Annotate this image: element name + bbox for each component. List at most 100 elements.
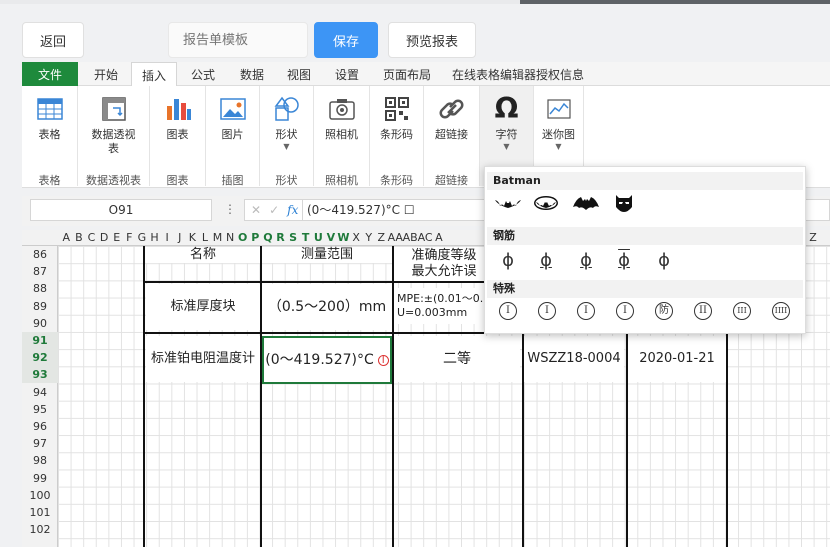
header-name-cell[interactable]: 名称 [146,247,260,263]
row-header-95[interactable]: 95 [22,401,58,418]
batman-symbol-4[interactable] [609,192,639,214]
row1-accuracy-cell[interactable]: MPE:±(0.01～0. U=0.003mm [394,288,494,324]
rebar-symbol-4[interactable]: ϕ [609,249,639,271]
column-header-c[interactable]: C [85,230,98,246]
header-range-cell[interactable]: 测量范围 [262,247,392,263]
row-header-98[interactable]: 98 [22,452,58,469]
row2-name-cell[interactable]: 标准铂电阻温度计 [146,336,260,382]
row-header-91[interactable]: 91 [22,332,58,349]
tab-file[interactable]: 文件 [22,62,78,86]
special-symbol-5[interactable]: 防 [649,300,679,322]
column-header-h[interactable]: H [148,230,161,246]
column-header-a[interactable]: A [60,230,73,246]
rebar-symbol-1[interactable]: ϕ [493,249,523,271]
ribbon-group-picture[interactable]: 图片 插图 [206,86,260,187]
more-icon[interactable]: ⋮ [224,202,236,216]
cancel-icon[interactable]: ✕ [251,203,261,217]
ribbon-group-pivot[interactable]: 数据透视 表 数据透视表 [78,86,150,187]
preview-report-button[interactable]: 预览报表 [388,22,476,58]
row-header-94[interactable]: 94 [22,384,58,401]
special-symbol-1[interactable]: I [493,300,523,322]
tab-settings[interactable]: 设置 [324,62,370,86]
column-header-o[interactable]: O [236,230,249,246]
column-header-x[interactable]: X [350,230,363,246]
special-symbol-8[interactable]: IIII [766,300,796,322]
special-symbol-2[interactable]: I [532,300,562,322]
row-header-86[interactable]: 86 [22,246,58,263]
confirm-icon[interactable]: ✓ [269,203,279,217]
column-header-z[interactable]: Z [375,230,388,246]
row-header-90[interactable]: 90 [22,315,58,332]
column-header-l[interactable]: L [199,230,212,246]
name-box[interactable]: O91 [30,199,212,221]
column-header-k[interactable]: K [186,230,199,246]
batman-symbol-2[interactable] [531,192,561,214]
batman-symbol-3[interactable] [571,192,601,214]
column-header-m[interactable]: M [211,230,224,246]
column-header-y[interactable]: Y [362,230,375,246]
ribbon-group-shape[interactable]: 形状 ▼ 形状 [260,86,314,187]
sparkline-dropdown-icon[interactable]: ▼ [534,142,583,151]
row-header-96[interactable]: 96 [22,418,58,435]
row-header-101[interactable]: 101 [22,504,58,521]
column-header-s[interactable]: S [287,230,300,246]
ribbon-group-hyperlink[interactable]: 超链接 超链接 [424,86,480,187]
column-header-p[interactable]: P [249,230,262,246]
ribbon-group-chart[interactable]: 图表 图表 [150,86,206,187]
row-header-102[interactable]: 102 [22,521,58,538]
row-header-99[interactable]: 99 [22,470,58,487]
special-symbol-4[interactable]: I [610,300,640,322]
column-header-tail[interactable]: Z [806,230,820,246]
row2-code-cell[interactable]: WSZZ18-0004 [524,336,624,382]
row-header-100[interactable]: 100 [22,487,58,504]
column-header-d[interactable]: D [98,230,111,246]
ribbon-group-barcode[interactable]: 条形码 条形码 [370,86,424,187]
batman-symbol-1[interactable] [493,192,523,214]
column-header-n[interactable]: N [224,230,237,246]
tab-page-layout[interactable]: 页面布局 [376,62,438,86]
column-header-b[interactable]: B [73,230,86,246]
column-header-j[interactable]: J [173,230,186,246]
special-symbol-6[interactable]: II [688,300,718,322]
function-icon[interactable]: fx [287,203,298,217]
special-symbol-7[interactable]: III [727,300,757,322]
tab-insert[interactable]: 插入 [131,62,177,87]
symbol-dropdown-icon[interactable]: ▼ [480,142,533,151]
rebar-symbol-2[interactable]: ϕ [531,249,561,271]
column-header-u[interactable]: U [312,230,325,246]
column-header-q[interactable]: Q [262,230,275,246]
tab-data[interactable]: 数据 [230,62,274,86]
column-header-v[interactable]: V [325,230,338,246]
row2-date-cell[interactable]: 2020-01-21 [628,336,726,382]
column-header-r[interactable]: R [274,230,287,246]
row-header-87[interactable]: 87 [22,263,58,280]
header-accuracy-cell[interactable]: 准确度等级 最大允许误 [394,247,494,281]
row-header-97[interactable]: 97 [22,435,58,452]
column-header-f[interactable]: F [123,230,136,246]
rebar-symbol-5[interactable]: ϕ [649,249,679,271]
tab-formula[interactable]: 公式 [182,62,224,86]
column-header-a[interactable]: A [433,230,446,246]
template-name-input[interactable] [168,22,308,58]
rebar-symbol-3[interactable]: ϕ [571,249,601,271]
tab-license-info[interactable]: 在线表格编辑器授权信息 [448,62,588,86]
row2-accuracy-cell[interactable]: 二等 [394,336,520,382]
tab-view[interactable]: 视图 [278,62,320,86]
row1-name-cell[interactable]: 标准厚度块 [146,284,260,330]
column-header-aa[interactable]: AA [388,230,403,246]
column-header-e[interactable]: E [110,230,123,246]
back-button[interactable]: 返回 [22,22,84,58]
row1-range-cell[interactable]: （0.5～200）mm [262,284,392,330]
row-header-88[interactable]: 88 [22,280,58,297]
column-header-g[interactable]: G [136,230,149,246]
column-header-i[interactable]: I [161,230,174,246]
row-header-89[interactable]: 89 [22,298,58,315]
ribbon-group-table[interactable]: 表格 表格 [22,86,78,187]
row-header-92[interactable]: 92 [22,349,58,367]
row2-range-cell-selected[interactable]: (0～419.527)°C I [262,336,392,384]
row-header-93[interactable]: 93 [22,366,58,384]
shape-dropdown-icon[interactable]: ▼ [260,142,313,151]
column-header-ab[interactable]: AB [403,230,418,246]
tab-home[interactable]: 开始 [84,62,128,86]
column-header-t[interactable]: T [299,230,312,246]
